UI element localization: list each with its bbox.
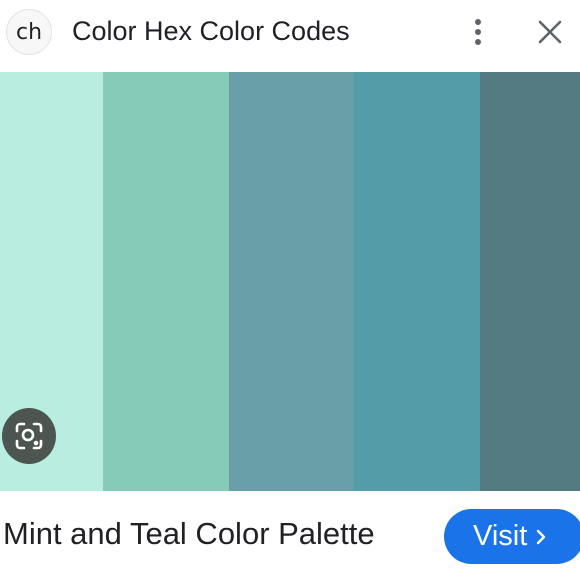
dot	[475, 29, 481, 35]
result-subline-clipped	[3, 568, 580, 580]
site-avatar[interactable]: ch	[6, 9, 52, 55]
site-title[interactable]: Color Hex Color Codes	[72, 16, 350, 47]
visit-button[interactable]: Visit	[444, 509, 580, 564]
viewer-header: ch Color Hex Color Codes	[0, 0, 580, 72]
color-swatch	[480, 72, 580, 491]
dot	[475, 19, 481, 25]
lens-glyph	[15, 422, 43, 450]
visit-label: Visit	[473, 520, 528, 552]
palette-image[interactable]	[0, 72, 580, 491]
chevron-right-icon	[537, 529, 546, 544]
dot	[475, 39, 481, 45]
close-icon[interactable]	[534, 16, 566, 48]
color-swatch	[103, 72, 229, 491]
color-swatch	[229, 72, 354, 491]
lens-search-icon[interactable]	[2, 408, 56, 464]
color-swatch	[354, 72, 480, 491]
more-vert-icon[interactable]	[466, 16, 490, 48]
result-title[interactable]: Mint and Teal Color Palette	[3, 516, 375, 552]
